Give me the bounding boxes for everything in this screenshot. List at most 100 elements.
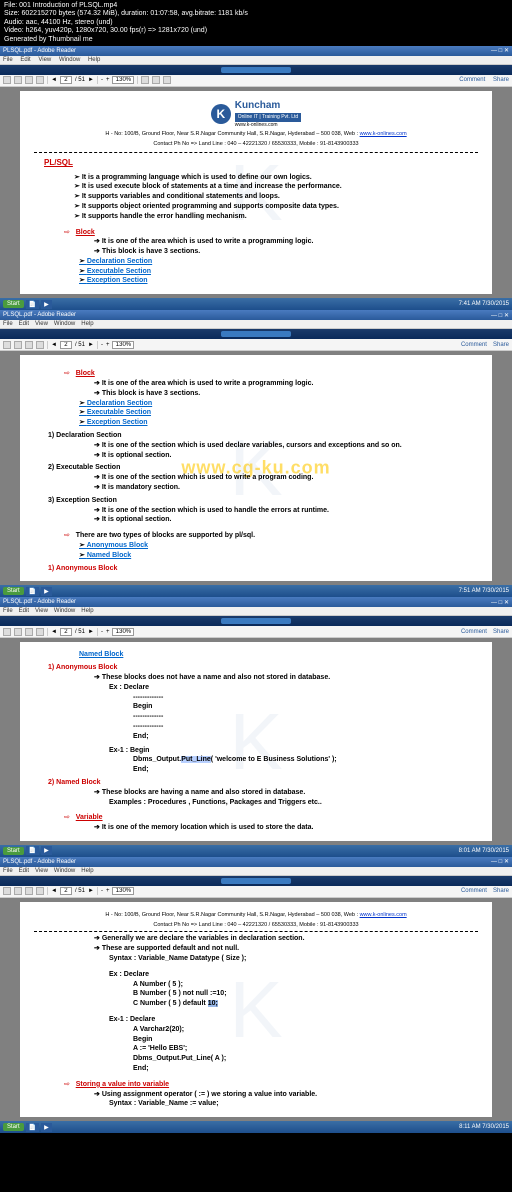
anon-heading: 1) Anonymous Block [48,663,478,673]
company-address: H - No: 100/B, Ground Floor, Near S.R.Na… [34,131,478,139]
menu-bar[interactable]: File Edit View Window Help [0,56,512,65]
named-block-cut: Named Block [79,650,478,660]
tool-icon[interactable] [141,76,149,84]
menu-help[interactable]: Help [88,57,100,63]
two-types: ⇨ There are two types of blocks are supp… [64,531,478,541]
feature-bullets: It is a programming language which is us… [74,173,478,222]
tool-icon[interactable] [152,76,160,84]
website-link[interactable]: www.k-onlines.com [360,131,407,137]
block-heading: ⇨ Block [64,228,478,238]
meta-size: Size: 602215270 bytes (574.32 MiB), dura… [4,10,508,18]
window-controls[interactable]: — □ ✕ [491,47,509,54]
open-icon[interactable] [3,341,11,349]
document-area: K H - No: 100/B, Ground Floor, Near S.R.… [0,898,512,1121]
brand-tag: Online IT | Training Pvt. Ltd [235,113,301,122]
example-1-code: Ex-1 : Declare A Varchar2(20); Begin A :… [109,1015,478,1074]
section-3: 3) Exception Section [48,496,478,506]
example-code: Ex : Declare ------------- Begin -------… [109,683,478,742]
media-player-bar[interactable] [0,65,512,75]
thumbnail-1: PLSQL.pdf - Adobe Reader — □ ✕ File Edit… [0,46,512,310]
window-titlebar: PLSQL.pdf - Adobe Reader— □ ✕ [0,310,512,320]
toolbar: ◄ / 51 ► - + Comment Share [0,75,512,87]
divider [34,152,478,153]
website-link[interactable]: www.k-onlines.com [360,912,407,918]
zoom-input[interactable] [112,76,134,84]
document-area: K K Kuncham Online IT | Training Pvt. Lt… [0,87,512,298]
print-icon[interactable] [25,76,33,84]
syntax: Syntax : Variable_Name Datatype ( Size )… [109,954,478,964]
print-icon[interactable] [25,341,33,349]
media-player-bar[interactable] [0,616,512,626]
block-desc: It is one of the area which is used to w… [94,379,478,399]
mail-icon[interactable] [36,341,44,349]
taskbar[interactable]: Start 📄▶ 7:41 AM 7/30/2015 [0,298,512,310]
zoom-in-icon[interactable]: + [106,77,110,83]
thumbnail-3: PLSQL.pdf - Adobe Reader— □ ✕ FileEditVi… [0,597,512,857]
taskbar[interactable]: Start📄▶8:11 AM 7/30/2015 [0,1121,512,1133]
company-contact: Contact Ph No => Land Line : 040 – 42221… [34,141,478,149]
named-heading: 2) Named Block [48,778,478,788]
clock: 7:41 AM 7/30/2015 [459,301,509,307]
storing-heading: ⇨ Storing a value into variable [64,1080,478,1090]
separator [137,76,138,84]
page-input[interactable] [60,76,72,84]
variable-heading: ⇨ Variable [64,813,478,823]
tool-icon[interactable] [163,76,171,84]
taskbar-app[interactable]: ▶ [41,300,52,309]
section-2: 2) Executable Section [48,463,478,473]
main-heading: PL/SQL [44,157,478,168]
mail-icon[interactable] [36,76,44,84]
page-nav[interactable]: ◄ [51,77,57,83]
window-controls[interactable]: — □ ✕ [491,599,509,606]
menu-edit[interactable]: Edit [20,57,30,63]
menu-view[interactable]: View [38,57,51,63]
page-nav-next[interactable]: ► [88,77,94,83]
section-link: Executable Section [79,267,478,277]
save-icon[interactable] [14,76,22,84]
logo-icon: K [211,104,231,124]
store-syntax: Syntax : Variable_Name := value; [109,1099,478,1109]
media-player-bar[interactable] [0,329,512,339]
menu-bar[interactable]: FileEditViewWindowHelp [0,607,512,616]
comment-button[interactable]: Comment [459,77,485,83]
open-icon[interactable] [3,76,11,84]
section-links: Declaration Section Executable Section E… [79,257,478,286]
media-player-bar[interactable] [0,876,512,886]
letterhead: K Kuncham Online IT | Training Pvt. Ltd … [34,99,478,148]
menu-bar[interactable]: FileEditViewWindowHelp [0,867,512,876]
meta-file: File: 001 Introduction of PLSQL.mp4 [4,2,508,10]
block-heading: ⇨ Block [64,369,478,379]
menu-window[interactable]: Window [59,57,80,63]
section-1: 1) Declaration Section [48,431,478,441]
toolbar: ◄/ 51► -+ CommentShare [0,339,512,351]
divider [34,931,478,932]
anon-heading: 1) Anonymous Block [48,564,478,574]
save-icon[interactable] [14,341,22,349]
toolbar: ◄/ 51► -+ CommentShare [0,626,512,638]
document-area: K Named Block 1) Anonymous Block These b… [0,638,512,845]
taskbar[interactable]: Start📄▶8:01 AM 7/30/2015 [0,845,512,857]
window-controls[interactable]: — □ ✕ [491,312,509,319]
bullet: It is used execute block of statements a… [74,182,478,192]
thumbnail-2: PLSQL.pdf - Adobe Reader— □ ✕ FileEditVi… [0,310,512,597]
window-titlebar: PLSQL.pdf - Adobe Reader— □ ✕ [0,857,512,867]
zoom-input[interactable] [112,341,134,349]
company-contact: Contact Ph No => Land Line : 040 – 42221… [34,922,478,930]
section-links: Declaration Section Executable Section E… [79,399,478,428]
example-code: Ex : Declare A Number ( 5 ); B Number ( … [109,970,478,1009]
window-controls[interactable]: — □ ✕ [491,858,509,865]
taskbar-app[interactable]: 📄 [26,300,39,309]
page-input[interactable] [60,341,72,349]
taskbar-apps: 📄▶ [26,300,459,309]
brand-name: Kuncham [235,99,301,113]
logo-text: Kuncham Online IT | Training Pvt. Ltd ww… [235,99,301,129]
zoom-out-icon[interactable]: - [101,77,103,83]
highlighted-text: Put_Line [181,756,211,763]
start-button[interactable]: Start [3,300,24,308]
separator [47,76,48,84]
share-button[interactable]: Share [493,77,509,83]
menu-file[interactable]: File [3,57,13,63]
taskbar[interactable]: Start📄▶7:51 AM 7/30/2015 [0,585,512,597]
bullet: It is a programming language which is us… [74,173,478,183]
menu-bar[interactable]: FileEditViewWindowHelp [0,320,512,329]
